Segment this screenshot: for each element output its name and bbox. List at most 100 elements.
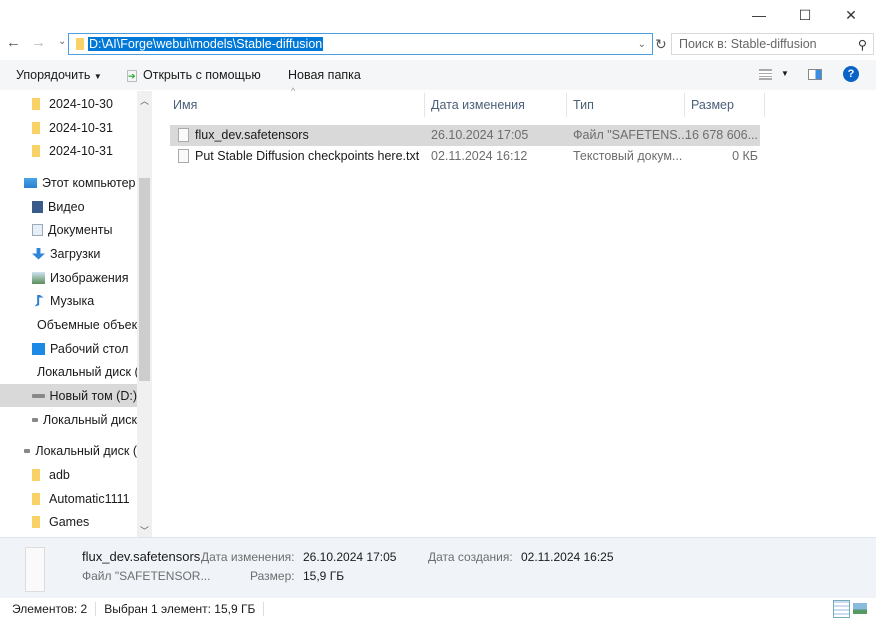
view-dropdown-icon[interactable]: ▼ — [781, 69, 789, 78]
sidebar-item[interactable]: adb — [0, 463, 137, 486]
desktop-icon — [32, 342, 45, 355]
sidebar-item-label: 2024-10-31 — [49, 143, 113, 158]
file-type: Текстовый докум... — [573, 149, 683, 163]
help-icon[interactable]: ? — [843, 66, 859, 82]
sidebar-item[interactable]: 2024-10-31 — [0, 116, 137, 139]
sidebar-item-label: Музыка — [50, 293, 95, 308]
downloads-icon — [32, 247, 45, 260]
sidebar-item[interactable]: Новый том (D:) — [0, 384, 137, 407]
sidebar-item[interactable]: Этот компьютер — [0, 171, 137, 194]
details-modified-label: Дата изменения: — [201, 550, 295, 564]
file-type: Файл "SAFETENS... — [573, 128, 689, 142]
folder-icon — [32, 144, 40, 157]
status-bar: Элементов: 2 Выбран 1 элемент: 15,9 ГБ — [0, 598, 876, 620]
recent-locations-button[interactable]: ⌄ — [58, 36, 66, 47]
minimize-button[interactable]: — — [736, 0, 782, 30]
documents-icon — [32, 223, 43, 236]
folder-icon — [32, 97, 40, 110]
maximize-button[interactable]: ☐ — [782, 0, 828, 30]
chevron-down-icon[interactable]: ⌄ — [638, 39, 646, 50]
selection-info: Выбран 1 элемент: 15,9 ГБ — [104, 602, 265, 616]
sidebar-item[interactable]: Локальный диск (C:) — [0, 360, 137, 383]
sidebar-item-label: Этот компьютер — [42, 175, 136, 190]
sidebar-item-label: Объемные объекты — [37, 317, 137, 332]
file-row[interactable]: Put Stable Diffusion checkpoints here.tx… — [170, 146, 760, 167]
sidebar-item[interactable]: Музыка — [0, 289, 137, 312]
search-icon: ⚲ — [857, 37, 867, 52]
sidebar-item-label: 2024-10-31 — [49, 120, 113, 135]
scroll-up-arrow[interactable]: ︿ — [140, 94, 149, 107]
video-icon — [32, 200, 43, 213]
sidebar-item-label: Локальный диск ( — [35, 443, 137, 458]
close-button[interactable]: ✕ — [828, 0, 874, 30]
scroll-down-arrow[interactable]: ﹀ — [140, 524, 149, 537]
details-size-label: Размер: — [250, 569, 295, 583]
sidebar-item[interactable]: Games — [0, 510, 137, 533]
sidebar-item-label: 2024-10-30 — [49, 96, 113, 111]
sidebar-item[interactable]: 2024-10-30 — [0, 92, 137, 115]
view-options-icon[interactable] — [759, 69, 772, 80]
column-header-type[interactable]: Тип — [567, 93, 685, 117]
drive-icon — [32, 393, 45, 398]
file-date: 02.11.2024 16:12 — [431, 149, 528, 163]
column-header-name[interactable]: Имя — [167, 93, 425, 117]
address-bar[interactable]: D:\AI\Forge\webui\models\Stable-diffusio… — [68, 33, 653, 55]
sidebar-item[interactable]: Загрузки — [0, 242, 137, 265]
details-file-type: Файл "SAFETENSOR... — [82, 569, 211, 583]
navigation-pane: 2024-10-30 2024-10-31 2024-10-31 Этот компь… — [0, 91, 137, 537]
sidebar-item-label: Новый том (D:) — [49, 388, 138, 403]
refresh-button[interactable]: ↻ — [655, 36, 667, 53]
details-file-name: flux_dev.safetensors — [82, 549, 201, 564]
sidebar-item[interactable]: Объемные объекты — [0, 313, 137, 336]
details-pane: flux_dev.safetensors Файл "SAFETENSOR...… — [0, 537, 876, 598]
back-button[interactable]: ← — [6, 34, 21, 51]
sidebar-item[interactable]: 2024-10-31 — [0, 139, 137, 162]
file-icon — [178, 149, 189, 163]
column-header-date[interactable]: Дата изменения — [425, 93, 567, 117]
sidebar-item[interactable]: Изображения — [0, 266, 137, 289]
sidebar-item[interactable]: Локальный диск ( — [0, 439, 137, 462]
address-text[interactable]: D:\AI\Forge\webui\models\Stable-diffusio… — [88, 37, 324, 51]
sidebar-item-label: Automatic1111 — [49, 491, 130, 506]
details-created-label: Дата создания: — [428, 550, 513, 564]
organize-button[interactable]: Упорядочить ▼ — [16, 68, 102, 82]
details-created-value: 02.11.2024 16:25 — [521, 550, 614, 564]
file-row[interactable]: flux_dev.safetensors 26.10.2024 17:05 Фа… — [170, 125, 760, 146]
large-icons-view-icon[interactable] — [853, 603, 867, 614]
search-placeholder: Поиск в: Stable-diffusion — [679, 37, 817, 51]
sidebar-item-label: Рабочий стол — [50, 341, 129, 356]
sidebar-item[interactable]: Документы — [0, 218, 137, 241]
search-input[interactable]: Поиск в: Stable-diffusion ⚲ — [671, 33, 874, 55]
file-name: Put Stable Diffusion checkpoints here.tx… — [195, 149, 420, 163]
forward-button[interactable]: → — [31, 34, 46, 51]
file-date: 26.10.2024 17:05 — [431, 128, 529, 142]
sidebar-scroll-thumb[interactable] — [139, 178, 150, 381]
details-view-icon[interactable] — [833, 600, 850, 618]
sidebar-item-label: Загрузки — [50, 246, 101, 261]
details-modified-value: 26.10.2024 17:05 — [303, 550, 397, 564]
sidebar-item-label: Локальный диск (C:) — [37, 364, 137, 379]
folder-icon — [32, 121, 40, 134]
column-header-size[interactable]: Размер — [685, 93, 765, 117]
computer-icon — [24, 177, 37, 188]
music-icon — [34, 294, 44, 307]
new-folder-button[interactable]: Новая папка — [288, 68, 361, 82]
item-count: Элементов: 2 — [12, 602, 97, 616]
file-size: 0 КБ — [732, 149, 758, 163]
sidebar-item-label: adb — [49, 467, 70, 482]
open-with-button[interactable]: ➔ Открыть с помощью — [127, 68, 261, 82]
drive-icon — [24, 448, 31, 453]
sidebar-item[interactable]: Видео — [0, 195, 137, 218]
sidebar-item-label: Изображения — [50, 270, 129, 285]
folder-icon — [32, 468, 40, 481]
sidebar-item[interactable]: Automatic1111 — [0, 487, 137, 510]
pictures-icon — [32, 271, 45, 284]
preview-pane-icon[interactable] — [808, 69, 822, 80]
sidebar-item[interactable]: Локальный диск — [0, 408, 137, 431]
sidebar-item-label: Локальный диск — [43, 412, 137, 427]
file-icon — [25, 547, 45, 592]
folder-icon — [32, 515, 40, 528]
file-name: flux_dev.safetensors — [195, 128, 309, 142]
command-bar: Упорядочить ▼ ➔ Открыть с помощью Новая п… — [0, 60, 876, 90]
sidebar-item[interactable]: Рабочий стол — [0, 337, 137, 360]
